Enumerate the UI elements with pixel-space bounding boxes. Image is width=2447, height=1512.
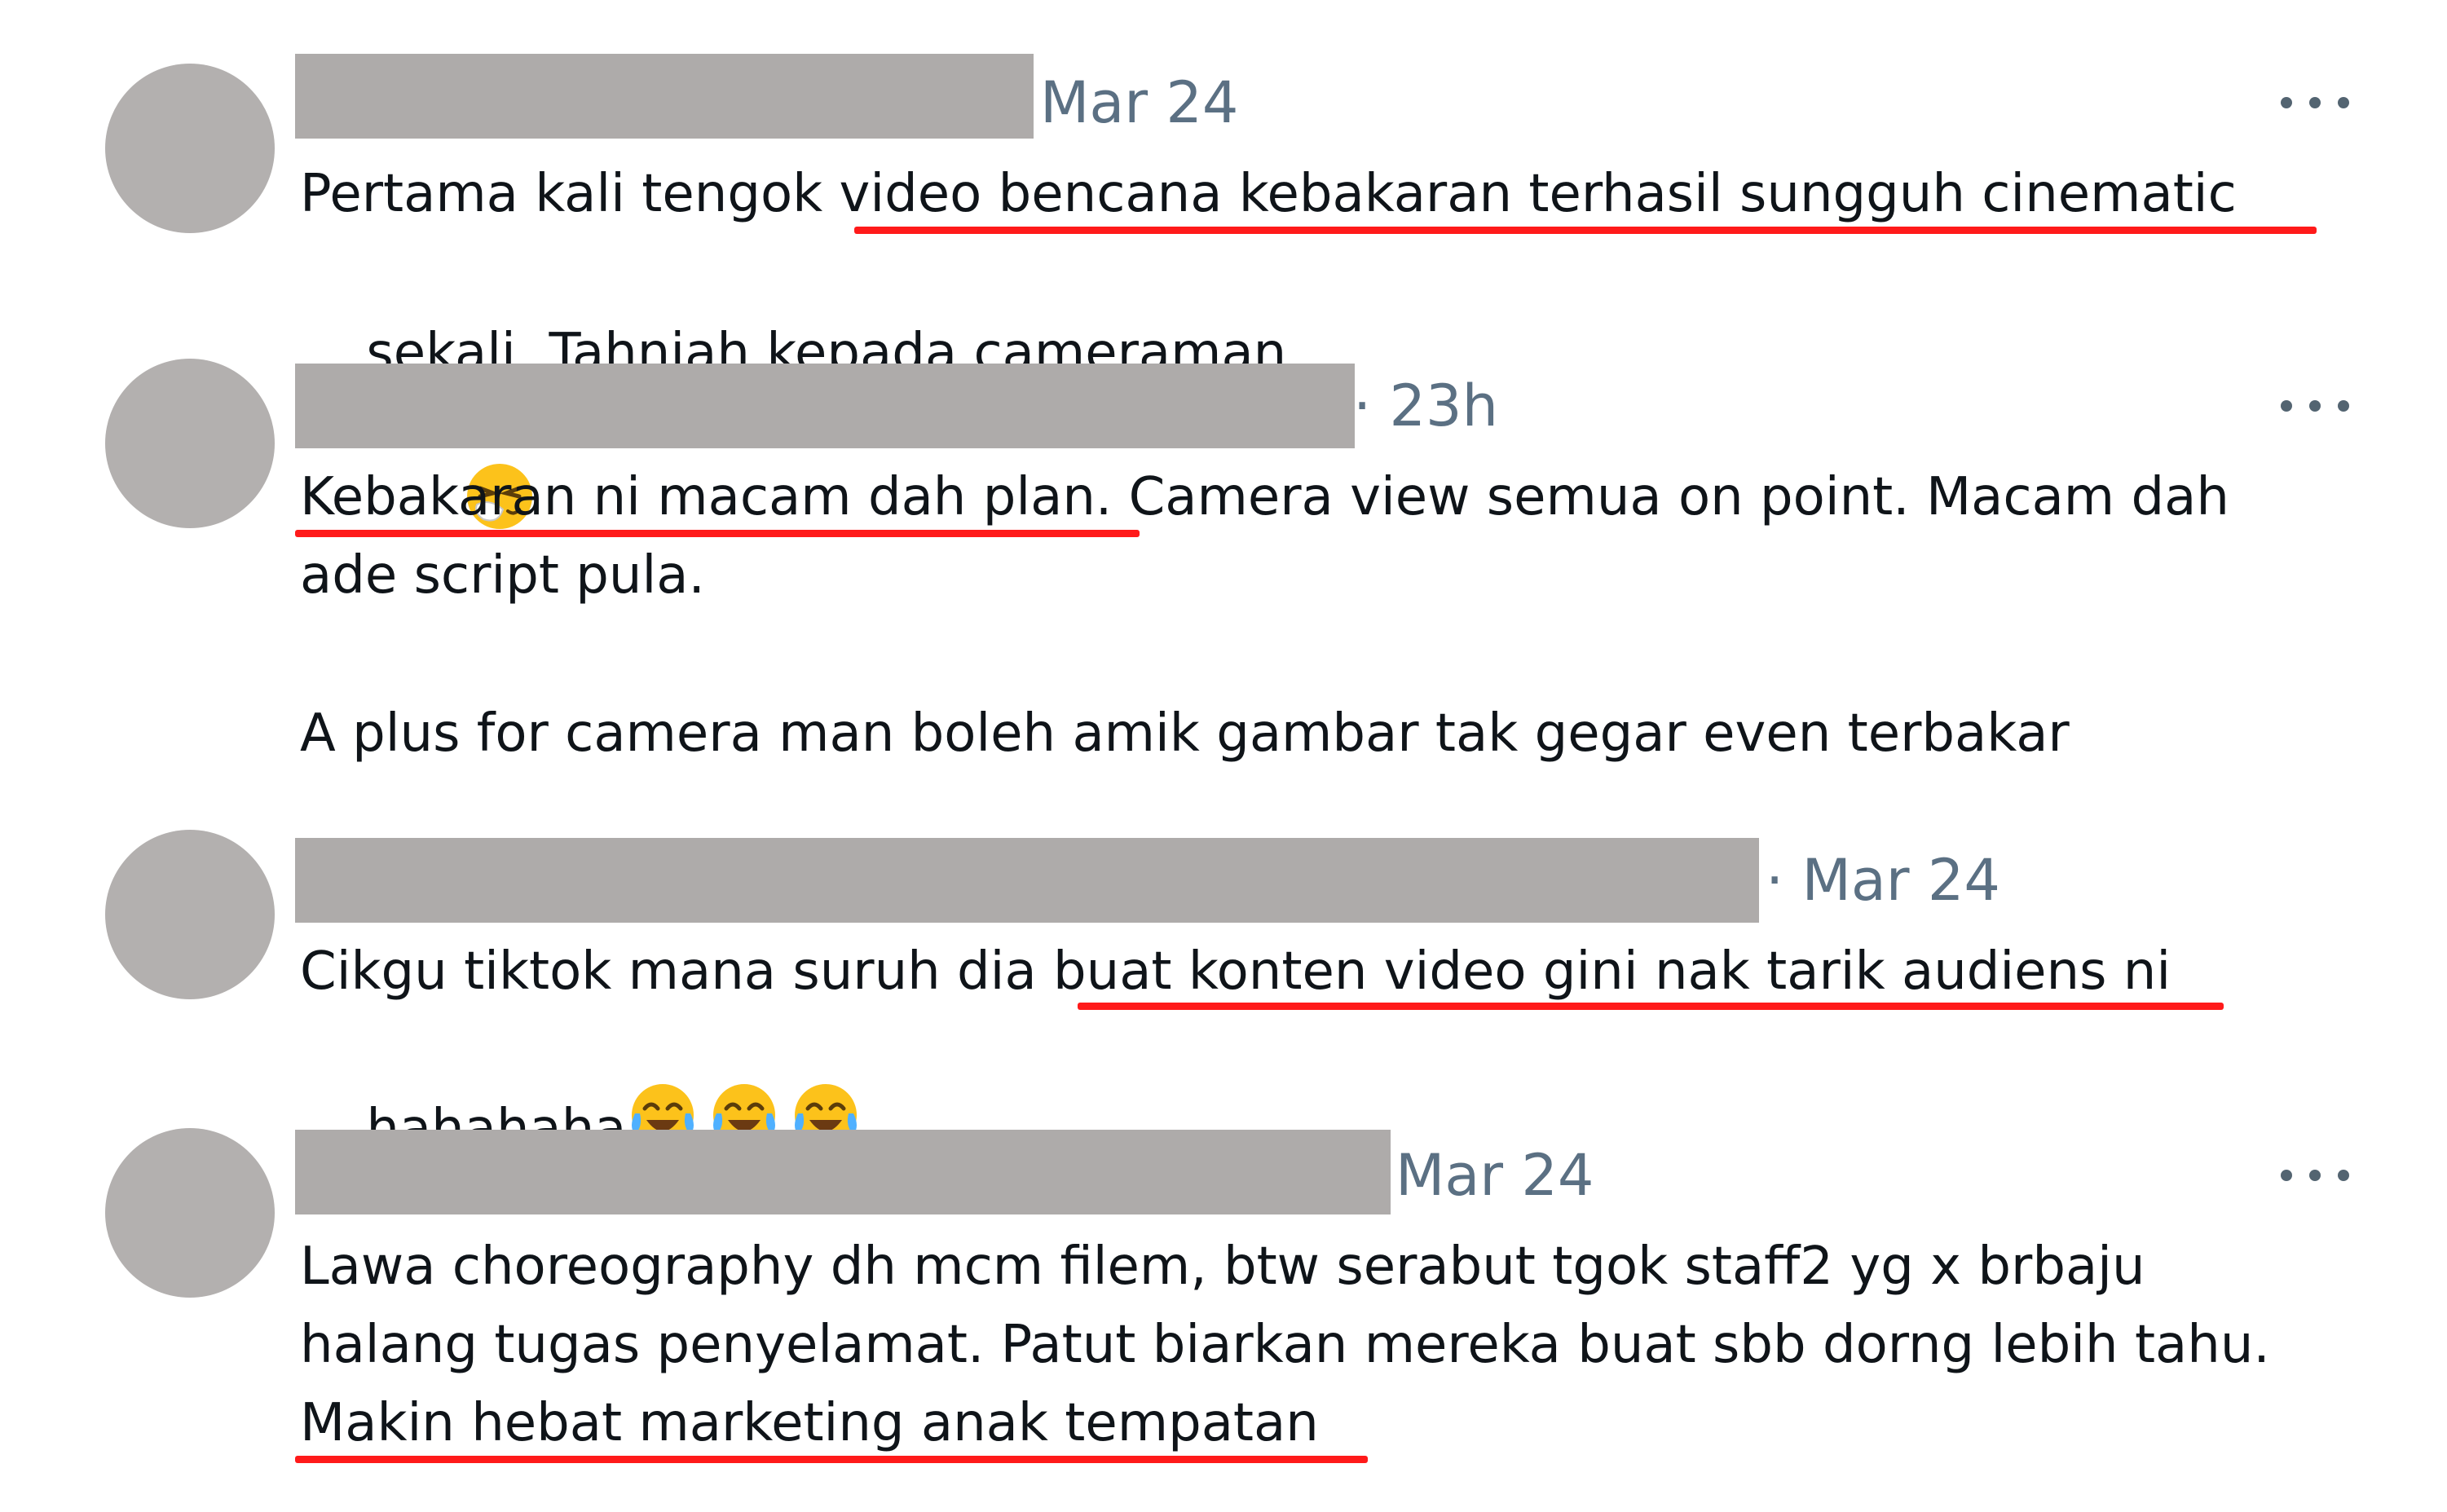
comment-text-line: ade script pula. — [300, 545, 705, 606]
avatar[interactable] — [105, 830, 275, 999]
comment-text-line: Kebakaran ni macam dah plan. Camera view… — [300, 467, 2229, 527]
timestamp[interactable]: · 23h — [1353, 364, 1498, 448]
comment-text-line: Cikgu tiktok mana suruh dia buat konten … — [300, 941, 2171, 1002]
more-options-icon[interactable] — [2281, 1159, 2349, 1192]
timestamp[interactable]: Mar 24 — [1040, 60, 1238, 145]
timestamp[interactable]: Mar 24 — [1395, 1133, 1594, 1218]
avatar[interactable] — [105, 359, 275, 528]
timestamp[interactable]: · Mar 24 — [1766, 838, 2000, 923]
redacted-username[interactable] — [295, 1130, 1391, 1214]
avatar[interactable] — [105, 64, 275, 233]
comment-text-line: halang tugas penyelamat. Patut biarkan m… — [300, 1315, 2270, 1375]
more-options-icon[interactable] — [2281, 390, 2349, 422]
highlight-underline — [1078, 1003, 2224, 1010]
comment-text-line: Pertama kali tengok video bencana kebaka… — [300, 164, 2237, 224]
redacted-username[interactable] — [295, 838, 1759, 923]
comment-text-line: A plus for camera man boleh amik gambar … — [300, 703, 2070, 764]
more-options-icon[interactable] — [2281, 86, 2349, 119]
redacted-username[interactable] — [295, 364, 1355, 448]
redacted-username[interactable] — [295, 54, 1034, 139]
comment-text-line: Makin hebat marketing anak tempatan — [300, 1393, 1319, 1453]
highlight-underline — [854, 227, 2317, 234]
comment-text-line: Lawa choreography dh mcm filem, btw sera… — [300, 1236, 2145, 1297]
avatar[interactable] — [105, 1128, 275, 1298]
highlight-underline — [295, 1456, 1368, 1463]
